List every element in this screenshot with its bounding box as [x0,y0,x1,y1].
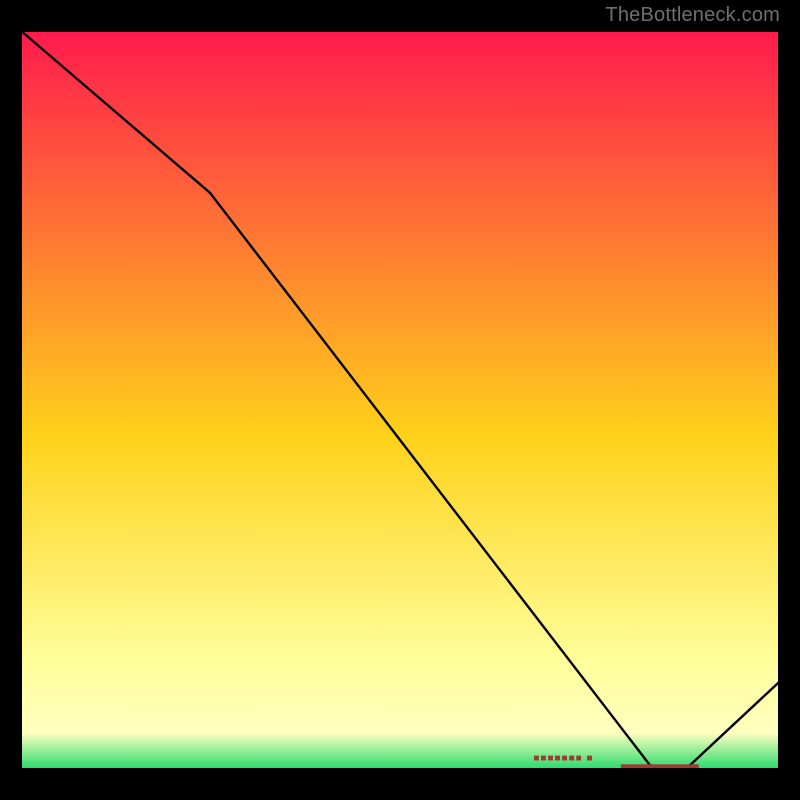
plot-background [20,30,780,770]
chart-svg [0,0,800,800]
watermark-text: TheBottleneck.com [605,4,780,27]
baseline-label: ■■■■■■■ ■ [533,753,593,764]
chart-stage: TheBottleneck.com ■■■■■■■ ■ [0,0,800,800]
baseline-marker [621,764,699,768]
